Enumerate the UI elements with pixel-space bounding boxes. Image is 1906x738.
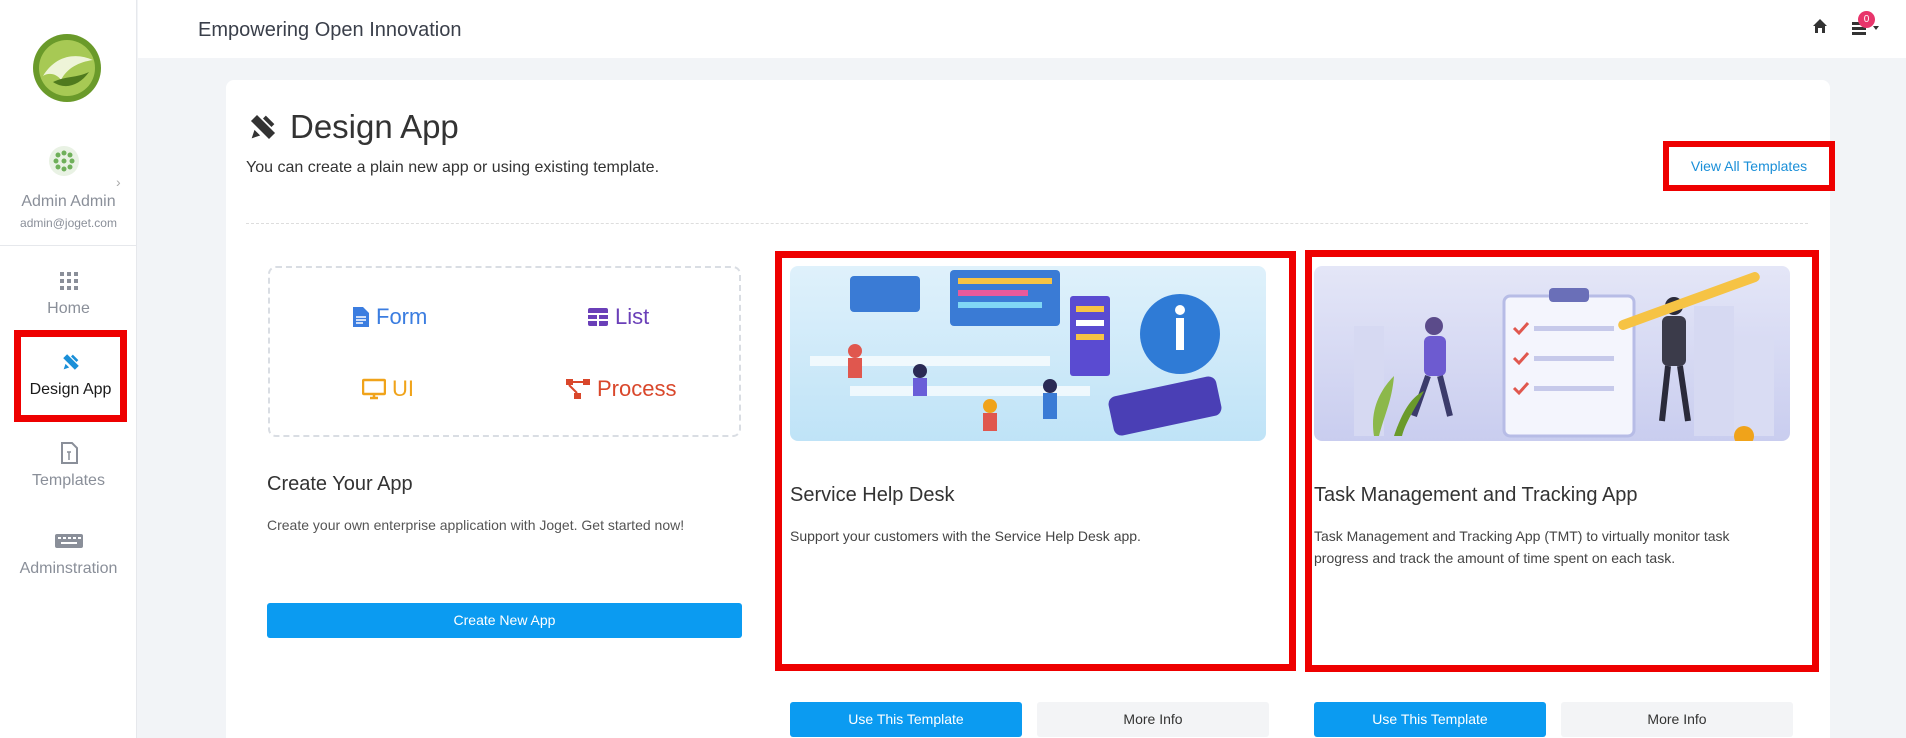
sidebar-item-design-app[interactable]: Design App (14, 330, 127, 422)
template-title: Task Management and Tracking App (1314, 484, 1638, 506)
table-icon (588, 308, 608, 326)
template-title: Service Help Desk (790, 484, 955, 506)
sidebar-item-adminstration[interactable]: Adminstration (0, 530, 137, 578)
form-icon (353, 307, 369, 327)
use-template-button[interactable]: Use This Template (1314, 702, 1546, 737)
template-illustration (790, 266, 1266, 441)
create-ui-label: UI (392, 376, 414, 401)
create-options-box: Form List UI Process (268, 266, 741, 437)
create-form-option[interactable]: Form (352, 304, 427, 330)
page-title-text: Design App (290, 108, 459, 145)
user-name: Admin Admin (21, 193, 116, 210)
divider (0, 245, 137, 246)
sidebar-item-label: Templates (32, 472, 105, 489)
create-app-title: Create Your App (267, 473, 413, 495)
user-avatar[interactable] (48, 145, 80, 177)
template-description: Support your customers with the Service … (790, 528, 1141, 544)
more-info-button[interactable]: More Info (1037, 702, 1269, 737)
more-info-button[interactable]: More Info (1561, 702, 1793, 737)
template-card-service-help-desk: Service Help Desk Support your customers… (775, 251, 1296, 737)
sidebar: › Admin Admin admin@joget.com Home Desig… (0, 0, 137, 738)
app-tagline: Empowering Open Innovation (198, 19, 462, 41)
create-form-label: Form (376, 304, 428, 329)
user-email: admin@joget.com (20, 216, 117, 230)
create-app-description: Create your own enterprise application w… (267, 517, 685, 533)
create-new-app-button[interactable]: Create New App (267, 603, 742, 638)
top-bar: Empowering Open Innovation 0 (138, 0, 1906, 58)
sidebar-item-label: Design App (29, 381, 112, 398)
keyboard-icon (54, 534, 83, 548)
create-list-option[interactable]: List (587, 304, 649, 330)
chevron-right-icon[interactable]: › (116, 174, 121, 190)
divider (246, 223, 1808, 224)
use-template-button[interactable]: Use This Template (790, 702, 1022, 737)
document-icon (60, 442, 78, 464)
desktop-icon (362, 378, 386, 400)
page-title: Design App (246, 108, 459, 146)
notification-badge: 0 (1858, 11, 1875, 28)
page-subtitle: You can create a plain new app or using … (246, 159, 660, 176)
grid-icon (59, 272, 78, 290)
create-process-label: Process (597, 376, 677, 401)
sidebar-item-label: Home (47, 300, 90, 317)
process-icon (566, 379, 590, 399)
template-description: Task Management and Tracking App (TMT) t… (1314, 528, 1730, 566)
template-card-task-management: Task Management and Tracking App Task Ma… (1305, 250, 1819, 737)
sidebar-item-label: Adminstration (19, 560, 118, 577)
create-ui-option[interactable]: UI (362, 376, 414, 402)
sidebar-item-home[interactable]: Home (0, 270, 137, 318)
home-icon[interactable] (1812, 18, 1828, 34)
create-list-label: List (615, 304, 650, 329)
view-all-templates-button[interactable]: View All Templates (1663, 141, 1835, 191)
pencil-ruler-icon (62, 354, 79, 370)
pencil-ruler-icon (250, 114, 276, 140)
main-card: Design App You can create a plain new ap… (226, 80, 1835, 738)
create-process-option[interactable]: Process (565, 376, 676, 402)
sidebar-item-templates[interactable]: Templates (0, 442, 137, 490)
joget-logo[interactable] (31, 32, 103, 104)
template-illustration (1314, 266, 1790, 441)
